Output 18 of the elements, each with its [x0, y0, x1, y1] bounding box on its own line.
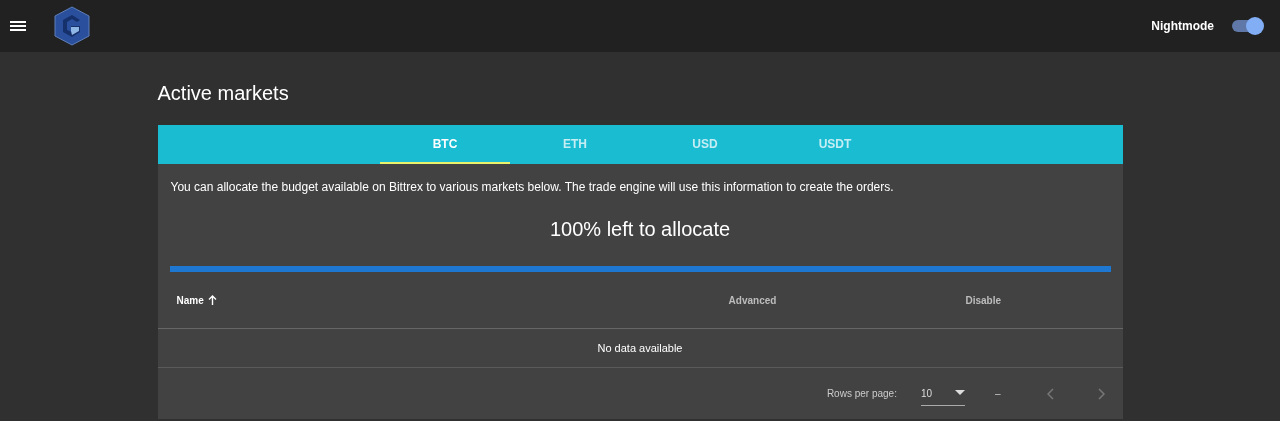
page-range: – [994, 387, 1001, 401]
empty-message: No data available [597, 340, 683, 356]
nightmode-label: Nightmode [1151, 18, 1214, 35]
column-header[interactable]: Name [176, 292, 217, 308]
menu-icon [10, 20, 26, 32]
caret-icon [954, 390, 965, 396]
rows-per-page-label: Rows per page: [826, 387, 897, 401]
column-header[interactable]: Advanced [728, 292, 777, 308]
sort-arrow-icon [207, 295, 217, 305]
allocation-text: 100% left to allocate [549, 218, 731, 240]
nightmode-switch[interactable] [1230, 17, 1264, 35]
logo-icon [54, 6, 90, 46]
chevron-right-icon [1096, 387, 1105, 400]
page-title: Active markets [157, 81, 290, 106]
chevron-left-icon [1046, 387, 1055, 400]
column-header[interactable]: Disable [965, 292, 1002, 308]
rows-per-page-select[interactable]: 10 [920, 381, 965, 406]
info-text: You can allocate the budget available on Bittrex to various markets below. The trade engine will use this information to create the orders. [169, 179, 895, 196]
